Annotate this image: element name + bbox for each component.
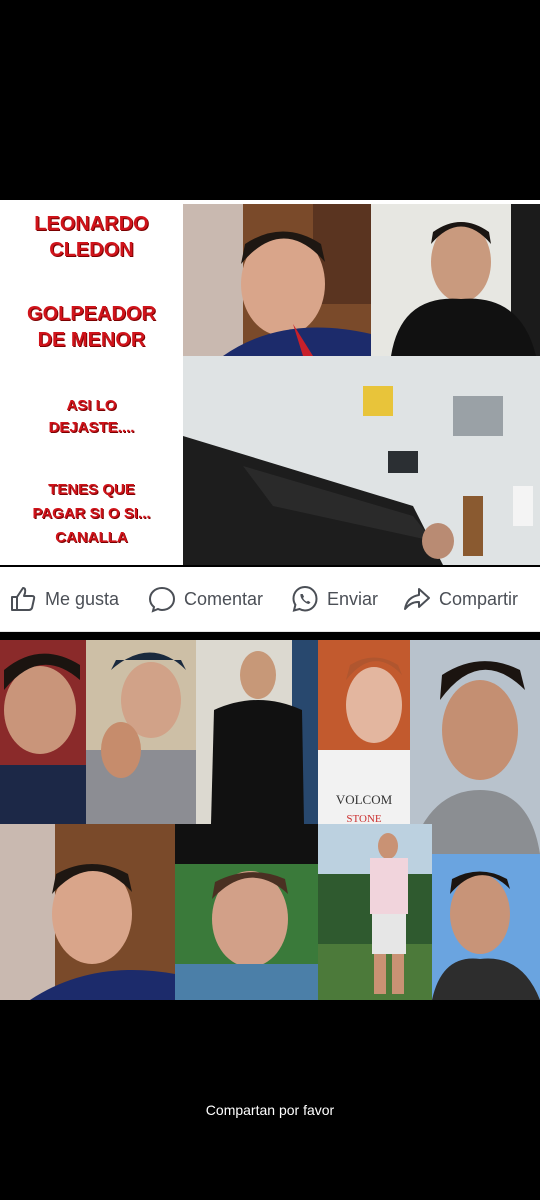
post-line-accusation-1: GOLPEADOR	[27, 303, 156, 325]
shirt-logo-1: VOLCOM	[336, 792, 393, 807]
post-line-4: DEJASTE....	[48, 419, 135, 436]
share-arrow-icon	[404, 588, 430, 610]
post-line-7: CANALLA	[55, 529, 128, 546]
share-label: Compartir	[439, 588, 519, 609]
like-label: Me gusta	[45, 588, 120, 609]
selfie-photo	[183, 204, 371, 356]
hospital-photo	[183, 356, 540, 565]
post-line-name-1: LEONARDO	[34, 213, 149, 235]
collage-photo-1	[0, 640, 86, 824]
whatsapp-icon	[292, 585, 318, 612]
post-line-accusation-2: DE MENOR	[37, 329, 146, 351]
share-button[interactable]: Compartir	[403, 585, 518, 613]
caption: Compartan por favor	[205, 1102, 335, 1118]
collage-photo-4: VOLCOM STONE	[318, 640, 410, 824]
comment-bubble-icon	[148, 586, 176, 613]
thumbs-up-icon	[11, 587, 36, 611]
collage-photo-3	[196, 640, 318, 824]
post-line-5: TENES QUE	[48, 481, 135, 498]
comment-button[interactable]: Comentar	[148, 585, 263, 613]
post-text-panel: LEONARDO CLEDON GOLPEADOR DE MENOR ASI L…	[0, 200, 183, 565]
shirt-logo-2: STONE	[346, 813, 382, 824]
comment-label: Comentar	[184, 588, 264, 609]
collage-photo-6	[0, 824, 175, 1000]
collage-photo-7	[175, 824, 318, 1000]
mugshot-photo	[371, 204, 540, 356]
post-action-bar: Me gusta Comentar Enviar Compartir	[0, 567, 540, 632]
collage-photo-9	[432, 854, 540, 1000]
send-button[interactable]: Enviar	[291, 585, 378, 613]
send-label: Enviar	[327, 588, 379, 609]
collage-photo-2	[86, 640, 196, 824]
like-button[interactable]: Me gusta	[9, 585, 119, 613]
post-line-name-2: CLEDON	[49, 239, 134, 261]
photo-collage[interactable]: VOLCOM STONE	[0, 640, 540, 1000]
post-image[interactable]: LEONARDO CLEDON GOLPEADOR DE MENOR ASI L…	[0, 200, 540, 565]
post-line-3: ASI LO	[66, 397, 117, 414]
collage-photo-8	[318, 824, 432, 1000]
collage-photo-5	[410, 640, 540, 854]
post-line-6: PAGAR SI O SI...	[32, 505, 151, 522]
